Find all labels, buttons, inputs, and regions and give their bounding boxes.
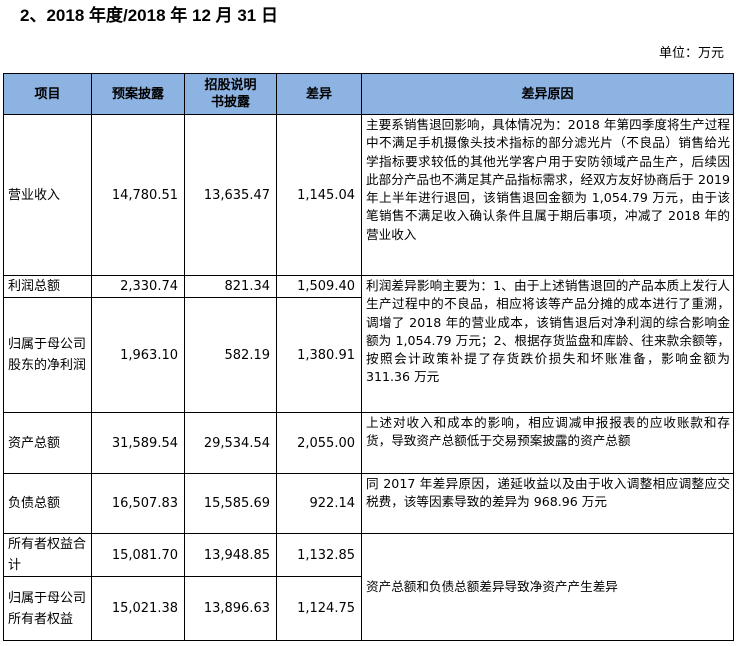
row-diff-value: 1,380.91 — [276, 297, 362, 413]
row-reason: 利润差异影响主要为：1、由于上述销售退回的产品本质上发行人生产过程中的不良品，相… — [361, 275, 734, 413]
row-plan-value: 14,780.51 — [91, 114, 185, 276]
row-item: 归属于母公司所有者权益 — [3, 576, 92, 641]
table-row: 负债总额 16,507.83 15,585.69 922.14 同 2017 年… — [3, 473, 734, 534]
row-plan-value: 31,589.54 — [91, 412, 185, 474]
table-row: 利润总额 2,330.74 821.34 1,509.40 利润差异影响主要为：… — [3, 275, 734, 413]
row-reason: 上述对收入和成本的影响，相应调减申报报表的应收账款和存货，导致资产总额低于交易预… — [361, 412, 734, 474]
row-diff-value: 2,055.00 — [276, 412, 362, 474]
row-prospectus-value: 821.34 — [184, 275, 277, 298]
row-item: 营业收入 — [3, 114, 92, 276]
table-row: 资产总额 31,589.54 29,534.54 2,055.00 上述对收入和… — [3, 412, 734, 474]
table-header-row: 项目 预案披露 招股说明书披露 差异 差异原因 — [3, 73, 734, 115]
row-item: 所有者权益合计 — [3, 533, 92, 577]
row-diff-value: 1,132.85 — [276, 533, 362, 577]
row-item: 资产总额 — [3, 412, 92, 474]
row-reason: 主要系销售退回影响，具体情况为：2018 年第四季度将生产过程中不满足手机摄像头… — [361, 114, 734, 276]
header-item: 项目 — [3, 73, 92, 115]
row-prospectus-value: 15,585.69 — [184, 473, 277, 534]
row-diff-value: 1,509.40 — [276, 275, 362, 298]
section-heading: 2、2018 年度/2018 年 12 月 31 日 — [20, 6, 278, 25]
row-prospectus-value: 582.19 — [184, 297, 277, 413]
row-diff-value: 922.14 — [276, 473, 362, 534]
row-reason: 资产总额和负债总额差异导致净资产产生差异 — [361, 533, 734, 641]
row-prospectus-value: 13,635.47 — [184, 114, 277, 276]
row-plan-value: 2,330.74 — [91, 275, 185, 298]
table-row: 营业收入 14,780.51 13,635.47 1,145.04 主要系销售退… — [3, 114, 734, 276]
header-prospectus: 招股说明书披露 — [184, 73, 277, 115]
row-plan-value: 1,963.10 — [91, 297, 185, 413]
row-item: 负债总额 — [3, 473, 92, 534]
row-diff-value: 1,145.04 — [276, 114, 362, 276]
row-item: 利润总额 — [3, 275, 92, 298]
difference-table: 项目 预案披露 招股说明书披露 差异 差异原因 营业收入 14,780.51 1… — [3, 73, 734, 641]
row-prospectus-value: 29,534.54 — [184, 412, 277, 474]
header-reason: 差异原因 — [361, 73, 734, 115]
unit-label: 单位：万元 — [658, 46, 724, 61]
row-plan-value: 15,021.38 — [91, 576, 185, 641]
header-diff: 差异 — [276, 73, 362, 115]
row-diff-value: 1,124.75 — [276, 576, 362, 641]
table-row: 所有者权益合计 15,081.70 13,948.85 1,132.85 资产总… — [3, 533, 734, 641]
row-reason: 同 2017 年差异原因，递延收益以及由于收入调整相应调整应交税费，该等因素导致… — [361, 473, 734, 534]
row-prospectus-value: 13,896.63 — [184, 576, 277, 641]
row-plan-value: 16,507.83 — [91, 473, 185, 534]
row-plan-value: 15,081.70 — [91, 533, 185, 577]
row-item: 归属于母公司股东的净利润 — [3, 297, 92, 413]
header-plan: 预案披露 — [91, 73, 185, 115]
row-prospectus-value: 13,948.85 — [184, 533, 277, 577]
